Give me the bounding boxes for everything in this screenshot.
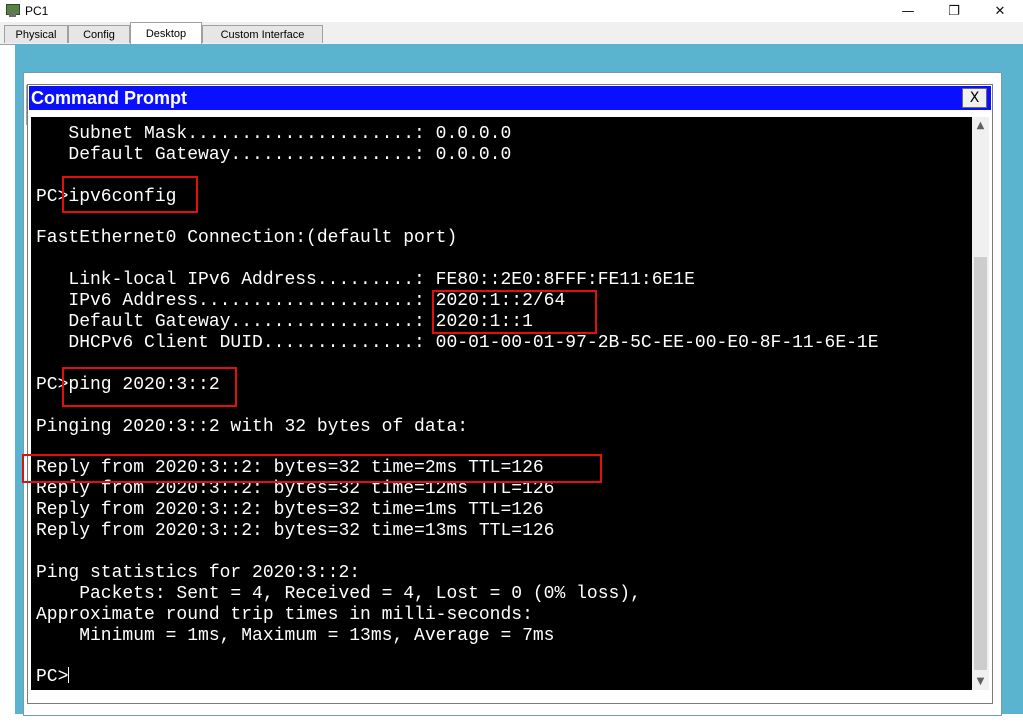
scroll-thumb[interactable] [974, 257, 987, 670]
terminal-line: Default Gateway.................: 0.0.0.… [36, 144, 512, 165]
highlight-first-reply [22, 454, 602, 483]
pc-icon [4, 3, 20, 19]
tab-physical[interactable]: Physical [4, 25, 68, 43]
command-prompt-titlebar: Command Prompt X [29, 86, 991, 110]
vertical-scrollbar[interactable]: ▲ ▼ [972, 117, 989, 690]
tab-config[interactable]: Config [68, 25, 130, 43]
window-title: PC1 [25, 4, 49, 18]
terminal-line: Reply from 2020:3::2: bytes=32 time=1ms … [36, 500, 544, 521]
command-prompt-title: Command Prompt [31, 88, 188, 108]
terminal-line: Ping statistics for 2020:3::2: [36, 562, 361, 583]
terminal-line: FastEthernet0 Connection:(default port) [36, 228, 458, 249]
terminal-line: Reply from 2020:3::2: bytes=32 time=13ms… [36, 521, 555, 542]
tab-custom-interface[interactable]: Custom Interface [202, 25, 323, 43]
command-prompt-close-button[interactable]: X [962, 88, 987, 108]
window-titlebar: PC1 — ❐ ✕ [0, 0, 1023, 22]
scroll-down-icon[interactable]: ▼ [972, 673, 989, 690]
tab-desktop[interactable]: Desktop [130, 22, 202, 44]
terminal-line: Minimum = 1ms, Maximum = 13ms, Average =… [36, 625, 555, 646]
terminal-line: Packets: Sent = 4, Received = 4, Lost = … [36, 583, 641, 604]
tab-bar: Physical Config Desktop Custom Interface [0, 22, 1023, 45]
text-cursor [68, 667, 70, 684]
terminal-line: IP Address......................: 0.0.0.… [36, 117, 511, 123]
terminal-line: PC> [36, 667, 69, 688]
minimize-button[interactable]: — [885, 0, 931, 22]
scroll-up-icon[interactable]: ▲ [972, 117, 989, 134]
terminal-line: Subnet Mask.....................: 0.0.0.… [36, 123, 512, 144]
window-controls: — ❐ ✕ [885, 0, 1023, 22]
highlight-ipv6config [62, 176, 198, 213]
maximize-button[interactable]: ❐ [931, 0, 977, 22]
terminal-line: Approximate round trip times in milli-se… [36, 604, 533, 625]
terminal-line: DHCPv6 Client DUID..............: 00-01-… [36, 332, 879, 353]
terminal-line: Link-local IPv6 Address.........: FE80::… [36, 270, 695, 291]
terminal-line: Pinging 2020:3::2 with 32 bytes of data: [36, 416, 469, 437]
highlight-ipv6-address [432, 290, 597, 334]
highlight-ping-command [62, 367, 237, 407]
close-window-button[interactable]: ✕ [977, 0, 1023, 22]
